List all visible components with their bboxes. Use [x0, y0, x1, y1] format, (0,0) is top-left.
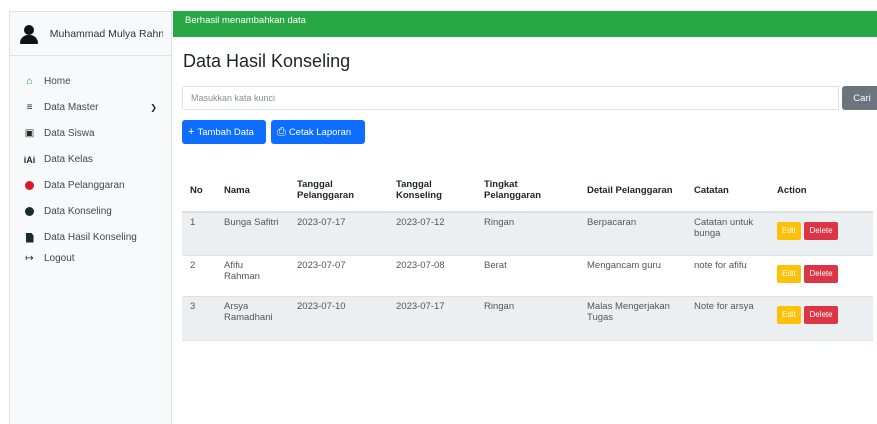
- sidebar-item-label: Data Kelas: [44, 154, 93, 165]
- window-left-border: [0, 0, 9, 424]
- cell-detail: Berpacaran: [579, 212, 686, 256]
- results-table: No Nama Tanggal Pelanggaran Tanggal Kons…: [182, 169, 873, 341]
- cell-nama: Bunga Safitri: [216, 212, 289, 256]
- cell-catatan: Note for arsya: [686, 296, 769, 341]
- col-header-tanggal-konseling: Tanggal Konseling: [388, 169, 476, 213]
- col-header-tingkat-pelanggaran: Tingkat Pelanggaran: [476, 169, 579, 213]
- sidebar-item-label: Logout: [44, 253, 75, 264]
- delete-button[interactable]: Delete: [804, 305, 838, 324]
- col-header-nama: Nama: [216, 169, 289, 213]
- sidebar: Muhammad Mulya Rahn ⌂ Home ≡ Data Master…: [9, 11, 172, 424]
- window-top-border: [0, 0, 877, 11]
- delete-button[interactable]: Delete: [804, 222, 838, 240]
- cell-no: 1: [182, 212, 216, 256]
- cell-nama: Arsya Ramadhani: [216, 296, 289, 341]
- cell-tanggal-konseling: 2023-07-08: [388, 255, 476, 297]
- table-row: 3 Arsya Ramadhani 2023-07-10 2023-07-17 …: [182, 296, 873, 341]
- table-header-row: No Nama Tanggal Pelanggaran Tanggal Kons…: [182, 169, 873, 213]
- cell-tanggal-pelanggaran: 2023-07-10: [289, 296, 388, 341]
- cell-tanggal-konseling: 2023-07-12: [388, 212, 476, 256]
- sidebar-item-label: Data Master: [44, 102, 99, 113]
- table-row: 2 Afifu Rahman 2023-07-07 2023-07-08 Ber…: [182, 255, 873, 297]
- plus-icon: +: [188, 126, 195, 138]
- sidebar-item-data-kelas[interactable]: iAi Data Kelas: [10, 149, 171, 170]
- sidebar-item-data-pelanggaran[interactable]: Data Pelanggaran: [10, 175, 171, 196]
- add-data-button[interactable]: + Tambah Data: [182, 120, 266, 144]
- clock-icon: [24, 206, 35, 217]
- add-data-label: Tambah Data: [197, 126, 254, 138]
- search-button[interactable]: Cari: [842, 86, 877, 110]
- sidebar-item-data-siswa[interactable]: ▣ Data Siswa: [10, 123, 171, 144]
- col-header-no: No: [182, 169, 216, 213]
- sidebar-item-label: Data Konseling: [44, 206, 112, 217]
- success-alert: Berhasil menambahkan data: [173, 11, 877, 37]
- exclamation-circle-icon: [24, 180, 35, 191]
- edit-button[interactable]: Edit: [777, 222, 801, 240]
- cell-tingkat: Ringan: [476, 296, 579, 341]
- sidebar-nav: ⌂ Home ≡ Data Master ❯ ▣ Data Siswa iAi …: [10, 56, 171, 269]
- cell-action: Edit Delete: [769, 255, 873, 297]
- database-icon: ≡: [26, 102, 33, 113]
- logout-icon: ↦: [25, 253, 34, 264]
- cell-no: 2: [182, 255, 216, 297]
- cell-tingkat: Berat: [476, 255, 579, 297]
- print-report-label: Cetak Laporan: [288, 126, 352, 138]
- edit-button[interactable]: Edit: [777, 264, 801, 283]
- search-bar: Cari: [182, 86, 877, 110]
- cell-tanggal-pelanggaran: 2023-07-17: [289, 212, 388, 256]
- sidebar-item-home[interactable]: ⌂ Home: [10, 71, 171, 92]
- user-profile[interactable]: Muhammad Mulya Rahn: [10, 12, 171, 56]
- action-toolbar: + Tambah Data ⎙ Cetak Laporan: [182, 120, 365, 144]
- user-avatar-icon: [18, 23, 40, 45]
- sidebar-item-label: Data Siswa: [44, 128, 95, 139]
- cell-detail: Malas Mengerjakan Tugas: [579, 296, 686, 341]
- cell-tingkat: Ringan: [476, 212, 579, 256]
- sidebar-item-label: Data Hasil Konseling: [44, 232, 137, 243]
- cell-tanggal-pelanggaran: 2023-07-07: [289, 255, 388, 297]
- sidebar-item-data-master[interactable]: ≡ Data Master ❯: [10, 97, 171, 118]
- student-icon: ▣: [24, 128, 35, 139]
- col-header-detail-pelanggaran: Detail Pelanggaran: [579, 169, 686, 213]
- page-title: Data Hasil Konseling: [183, 51, 351, 71]
- user-name: Muhammad Mulya Rahn: [49, 27, 163, 40]
- cell-no: 3: [182, 296, 216, 341]
- chevron-down-icon: ❯: [150, 103, 157, 112]
- sidebar-item-data-konseling[interactable]: Data Konseling: [10, 201, 171, 222]
- print-report-button[interactable]: ⎙ Cetak Laporan: [271, 120, 365, 144]
- search-input[interactable]: [182, 86, 839, 110]
- cell-catatan: note for afifu: [686, 255, 769, 297]
- delete-button[interactable]: Delete: [804, 264, 838, 283]
- cell-nama: Afifu Rahman: [216, 255, 289, 297]
- sidebar-item-label: Home: [44, 76, 71, 87]
- edit-button[interactable]: Edit: [777, 305, 801, 324]
- sidebar-item-label: Data Pelanggaran: [44, 180, 125, 191]
- sidebar-item-logout[interactable]: ↦ Logout: [10, 248, 171, 269]
- main-content: Berhasil menambahkan data Data Hasil Kon…: [173, 11, 877, 424]
- cell-catatan: Catatan untuk bunga: [686, 212, 769, 256]
- col-header-action: Action: [769, 169, 873, 213]
- cell-tanggal-konseling: 2023-07-17: [388, 296, 476, 341]
- sidebar-item-data-hasil-konseling[interactable]: Data Hasil Konseling: [10, 227, 171, 248]
- classroom-icon: iAi: [23, 154, 36, 165]
- home-icon: ⌂: [26, 76, 33, 87]
- cell-detail: Mengancam guru: [579, 255, 686, 297]
- col-header-tanggal-pelanggaran: Tanggal Pelanggaran: [289, 169, 388, 213]
- table-row: 1 Bunga Safitri 2023-07-17 2023-07-12 Ri…: [182, 212, 873, 256]
- file-icon: [24, 232, 35, 243]
- printer-icon: ⎙: [277, 125, 286, 138]
- col-header-catatan: Catatan: [686, 169, 769, 213]
- cell-action: Edit Delete: [769, 296, 873, 341]
- cell-action: Edit Delete: [769, 212, 873, 256]
